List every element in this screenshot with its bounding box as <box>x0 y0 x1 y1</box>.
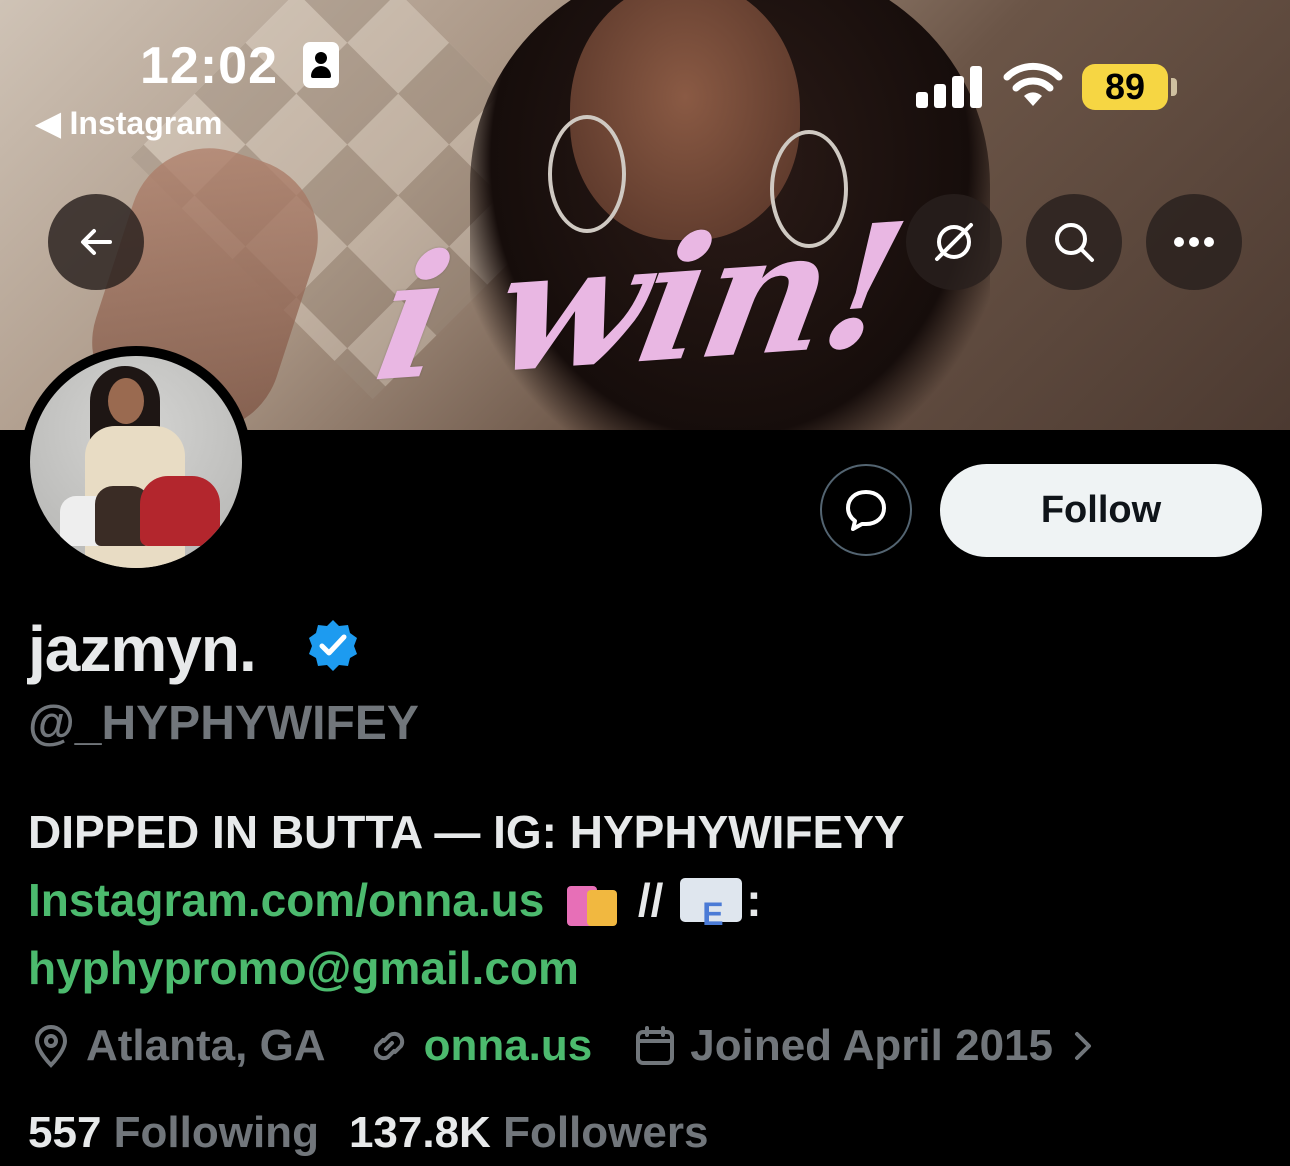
followers-count: 137.8K <box>348 1108 491 1157</box>
email-envelope-icon <box>680 878 743 948</box>
more-icon <box>1174 237 1214 247</box>
link-icon <box>373 1031 404 1061</box>
shopping-bags-icon <box>563 872 619 926</box>
more-button[interactable] <box>1146 194 1242 290</box>
search-button[interactable] <box>1026 194 1122 290</box>
message-button[interactable] <box>820 464 912 556</box>
following-label: Following <box>113 1108 319 1157</box>
display-name: jazmyn. <box>28 613 257 685</box>
followers-stat[interactable]: 137.8K Followers <box>349 1108 709 1158</box>
calendar-icon <box>636 1026 675 1065</box>
avatar-bag-red <box>140 476 220 546</box>
follow-stats: 557 Following 137.8K Followers <box>28 1108 738 1158</box>
cellular-signal-icon <box>916 66 982 108</box>
wifi-icon <box>1003 62 1063 106</box>
battery-indicator: 89 <box>1082 64 1168 110</box>
back-arrow-icon <box>81 229 112 255</box>
status-time: 12:02 <box>140 37 278 95</box>
website-item[interactable]: onna.us <box>366 1021 593 1071</box>
back-button[interactable] <box>48 194 144 290</box>
battery-tip <box>1171 78 1177 96</box>
bio-colon: : <box>746 874 762 926</box>
bio-email-link[interactable]: hyphypromo@gmail.com <box>28 934 1268 1002</box>
message-icon <box>846 490 886 531</box>
profile-meta: Atlanta, GA onna.us Joined April 2015 <box>28 1016 1153 1076</box>
back-to-instagram-link[interactable]: ◀ Instagram <box>36 104 222 142</box>
location-text: Atlanta, GA <box>86 1021 326 1070</box>
joined-date: Joined April 2015 <box>690 1021 1053 1070</box>
grok-icon <box>935 223 973 261</box>
chevron-right-icon <box>1075 1032 1091 1060</box>
banner-overlay-text: i win! <box>363 185 916 421</box>
bio-line-2: Instagram.com/onna.us // : <box>28 866 1268 948</box>
search-icon <box>1055 223 1094 262</box>
contact-card-icon <box>303 42 339 88</box>
bio-line-1: DIPPED IN BUTTA — IG: HYPHYWIFEYY <box>28 806 905 858</box>
user-handle: @_HYPHYWIFEY <box>28 697 419 750</box>
location-item: Atlanta, GA <box>28 1021 326 1071</box>
avatar[interactable] <box>30 356 242 568</box>
bio: DIPPED IN BUTTA — IG: HYPHYWIFEYY Instag… <box>28 798 1268 1002</box>
avatar-face <box>108 378 144 424</box>
grok-button[interactable] <box>906 194 1002 290</box>
bio-separator: // <box>625 874 677 926</box>
website-link[interactable]: onna.us <box>424 1021 593 1071</box>
followers-label: Followers <box>503 1108 709 1157</box>
bio-instagram-link[interactable]: Instagram.com/onna.us <box>28 874 544 926</box>
following-count: 557 <box>28 1108 102 1157</box>
location-icon <box>34 1025 68 1068</box>
status-bar: 12:02 ◀ Instagram 89 <box>0 0 1290 150</box>
follow-button[interactable]: Follow <box>940 464 1262 557</box>
following-stat[interactable]: 557 Following <box>28 1108 319 1158</box>
verified-badge-icon <box>309 620 357 671</box>
joined-item[interactable]: Joined April 2015 <box>632 1021 1113 1071</box>
